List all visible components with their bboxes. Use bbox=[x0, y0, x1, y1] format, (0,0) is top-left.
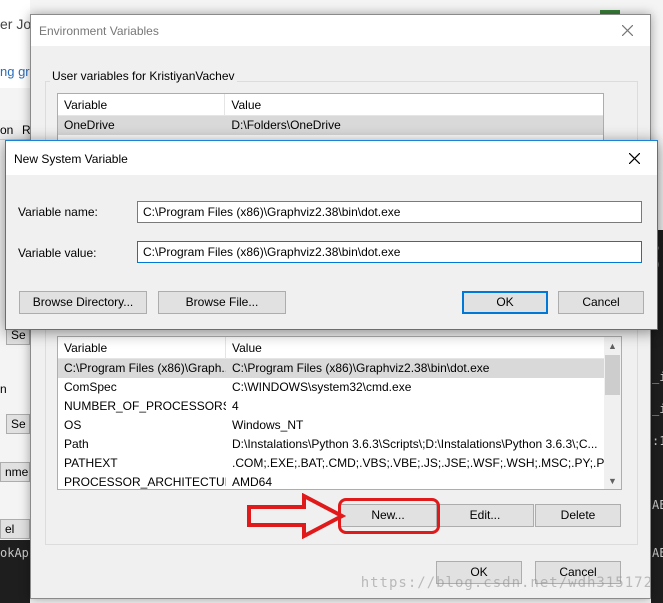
system-row-value: Windows_NT bbox=[232, 418, 304, 432]
system-row-value: 4 bbox=[232, 399, 239, 413]
user-list-row[interactable]: OneDrive D:\Folders\OneDrive bbox=[58, 116, 603, 135]
system-list-row[interactable]: Path D:\Instalations\Python 3.6.3\Script… bbox=[58, 435, 621, 454]
delete-variable-button[interactable]: Delete bbox=[535, 504, 621, 527]
system-list-row[interactable]: PROCESSOR_ARCHITECTURE AMD64 bbox=[58, 473, 621, 489]
variable-name-input[interactable]: C:\Program Files (x86)\Graphviz2.38\bin\… bbox=[137, 201, 642, 223]
user-col-value[interactable]: Value bbox=[225, 94, 603, 116]
scroll-up-arrow-icon[interactable]: ▲ bbox=[604, 337, 621, 354]
watermark: https://blog.csdn.net/wdh315172 bbox=[360, 575, 653, 591]
bg-right-frag-7: AE3 bbox=[652, 546, 663, 560]
close-icon bbox=[622, 25, 633, 36]
bg-tabs: on R bbox=[0, 120, 31, 140]
bg-link-area: ng gr bbox=[0, 58, 30, 88]
system-row-variable: NUMBER_OF_PROCESSORS bbox=[64, 399, 226, 413]
scroll-down-arrow-icon[interactable]: ▼ bbox=[604, 472, 621, 489]
bg-assignment-button[interactable]: nment bbox=[0, 462, 30, 482]
bg-right-frag-4: _ic bbox=[652, 402, 663, 416]
variable-value-input[interactable]: C:\Program Files (x86)\Graphviz2.38\bin\… bbox=[137, 241, 642, 263]
system-row-value: AMD64 bbox=[232, 475, 273, 489]
bg-button-2[interactable]: Se bbox=[6, 414, 30, 434]
system-row-variable: ComSpec bbox=[64, 380, 117, 394]
system-list-row[interactable]: ComSpec C:\WINDOWS\system32\cmd.exe bbox=[58, 378, 621, 397]
bg-cancel-fragment[interactable]: el bbox=[0, 519, 30, 539]
system-row-variable: Path bbox=[64, 437, 89, 451]
system-row-variable: C:\Program Files (x86)\Graph... bbox=[64, 361, 226, 375]
bg-right-frag-5: :1) bbox=[652, 434, 663, 448]
red-arrow-annotation-icon bbox=[247, 493, 346, 539]
bg-title-fragment: er Jo bbox=[0, 16, 32, 32]
user-row-variable: OneDrive bbox=[64, 118, 115, 132]
bg-title-area: er Jo bbox=[0, 0, 32, 60]
system-row-variable: OS bbox=[64, 418, 82, 432]
nsv-cancel-button[interactable]: Cancel bbox=[558, 291, 644, 314]
system-variables-list[interactable]: Variable Value C:\Program Files (x86)\Gr… bbox=[57, 336, 622, 490]
user-col-variable[interactable]: Variable bbox=[58, 94, 226, 116]
system-row-variable: PROCESSOR_ARCHITECTURE bbox=[64, 475, 226, 489]
scrollbar-thumb[interactable] bbox=[605, 355, 620, 395]
red-highlight-annotation bbox=[338, 498, 440, 534]
system-list-row[interactable]: NUMBER_OF_PROCESSORS 4 bbox=[58, 397, 621, 416]
system-row-value: .COM;.EXE;.BAT;.CMD;.VBS;.VBE;.JS;.JSE;.… bbox=[232, 456, 605, 470]
system-list-row[interactable]: C:\Program Files (x86)\Graph... C:\Progr… bbox=[58, 359, 621, 378]
env-dialog-titlebar[interactable]: Environment Variables bbox=[31, 15, 650, 46]
close-icon bbox=[629, 152, 640, 164]
system-col-value[interactable]: Value bbox=[226, 337, 605, 359]
variable-name-label: Variable name: bbox=[18, 205, 98, 219]
user-list-header: Variable Value bbox=[58, 94, 603, 116]
env-dialog-title: Environment Variables bbox=[39, 24, 159, 38]
bg-right-frag-6: AE3 bbox=[652, 498, 663, 512]
new-system-variable-dialog: New System Variable Variable name: C:\Pr… bbox=[5, 140, 658, 330]
edit-variable-button[interactable]: Edit... bbox=[436, 504, 534, 527]
browse-directory-button[interactable]: Browse Directory... bbox=[19, 291, 147, 314]
user-row-value: D:\Folders\OneDrive bbox=[231, 118, 341, 132]
nsv-ok-button[interactable]: OK bbox=[462, 291, 548, 314]
bg-tab-1[interactable]: on bbox=[0, 123, 13, 137]
bg-right-frag-3: _ic bbox=[652, 370, 663, 384]
bg-link-fragment[interactable]: ng gr bbox=[0, 64, 30, 79]
env-dialog-close-button[interactable] bbox=[605, 15, 650, 46]
system-row-variable: PATHEXT bbox=[64, 456, 118, 470]
variable-value-label: Variable value: bbox=[18, 246, 97, 260]
system-col-variable[interactable]: Variable bbox=[58, 337, 226, 359]
system-list-header: Variable Value bbox=[58, 337, 621, 359]
nsv-title: New System Variable bbox=[14, 152, 128, 166]
bg-terminal-left: okApp bbox=[0, 540, 36, 603]
user-variables-label: User variables for KristiyanVachev bbox=[50, 69, 237, 83]
system-row-value: D:\Instalations\Python 3.6.3\Scripts\;D:… bbox=[232, 437, 598, 451]
browse-file-button[interactable]: Browse File... bbox=[158, 291, 286, 314]
system-row-value: C:\Program Files (x86)\Graphviz2.38\bin\… bbox=[232, 361, 490, 375]
bg-row-fragment: n bbox=[0, 382, 7, 396]
nsv-close-button[interactable] bbox=[612, 141, 657, 175]
system-row-value: C:\WINDOWS\system32\cmd.exe bbox=[232, 380, 412, 394]
system-list-row[interactable]: OS Windows_NT bbox=[58, 416, 621, 435]
nsv-titlebar[interactable]: New System Variable bbox=[6, 141, 657, 175]
system-list-scrollbar[interactable]: ▲ ▼ bbox=[604, 337, 621, 489]
system-list-row[interactable]: PATHEXT .COM;.EXE;.BAT;.CMD;.VBS;.VBE;.J… bbox=[58, 454, 621, 473]
